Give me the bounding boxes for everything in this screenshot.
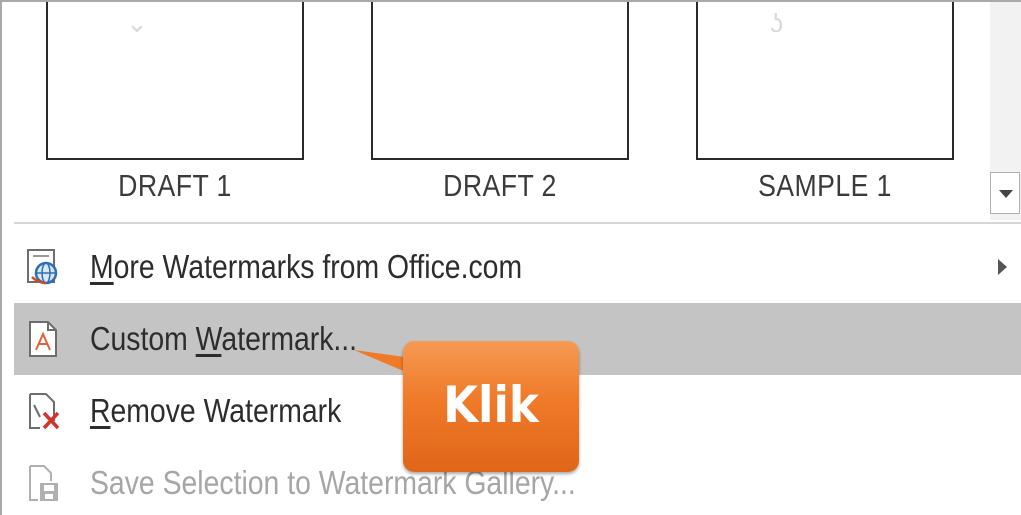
menu-label-remove-watermark: Remove Watermark (90, 392, 342, 429)
gallery-label-draft-2: DRAFT 2 (443, 168, 557, 203)
klik-callout: Klik (403, 341, 579, 472)
watermark-preview-mark: ⌄ (126, 8, 148, 38)
gallery-label-draft-1: DRAFT 1 (118, 168, 232, 203)
gallery-thumbnail-sample-1[interactable]: ʖ (696, 2, 954, 160)
pdf-doc-icon (29, 321, 57, 357)
callout-text: Klik (443, 376, 539, 434)
globe-doc-icon (27, 249, 58, 285)
menu-label-more-watermarks: More Watermarks from Office.com (90, 248, 523, 285)
gallery-label-sample-1: SAMPLE 1 (758, 168, 892, 203)
chevron-down-icon (999, 190, 1013, 198)
chevron-right-icon (998, 259, 1007, 275)
menu-divider (14, 222, 1021, 224)
watermark-dropdown-panel: ⌄ DRAFT 1 DRAFT 2 ʖ SAMPLE 1 More Waterm… (0, 0, 1021, 515)
gallery-more-button[interactable] (990, 172, 1020, 214)
gallery-thumbnail-draft-1[interactable]: ⌄ (46, 2, 304, 160)
gallery-thumbnail-draft-2[interactable] (371, 2, 629, 160)
watermark-preview-mark: ʖ (770, 8, 783, 38)
doc-remove-icon (29, 393, 60, 430)
menu-item-more-watermarks[interactable]: More Watermarks from Office.com (14, 231, 1021, 303)
watermark-gallery: ⌄ DRAFT 1 DRAFT 2 ʖ SAMPLE 1 (2, 2, 1021, 224)
doc-save-icon (29, 465, 58, 501)
menu-label-custom-watermark: Custom Watermark... (90, 320, 358, 357)
